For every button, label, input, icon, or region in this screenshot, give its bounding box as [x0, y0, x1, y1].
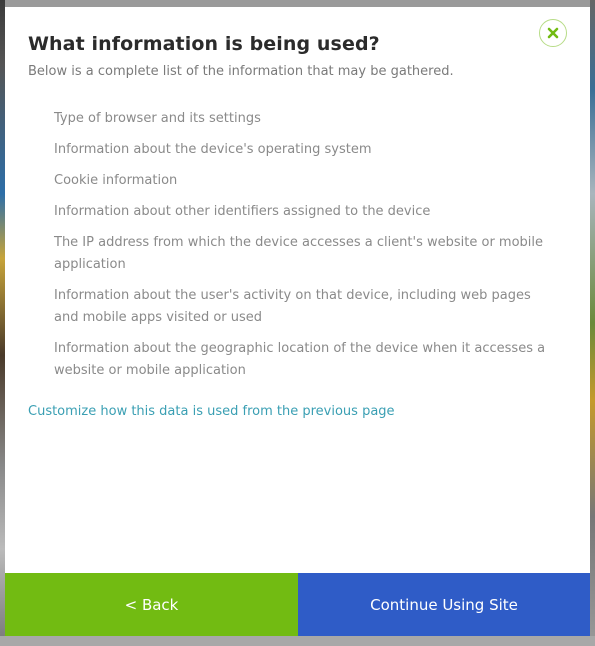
list-item: Information about the geographic locatio… [54, 341, 546, 378]
modal-title: What information is being used? [28, 33, 380, 55]
list-item: Type of browser and its settings [54, 111, 261, 126]
info-list: Type of browser and its settings Informa… [54, 108, 554, 391]
background-page-right-edge [590, 0, 595, 646]
continue-button[interactable]: Continue Using Site [298, 573, 590, 636]
list-item: The IP address from which the device acc… [54, 235, 544, 272]
info-modal: What information is being used? Below is… [5, 7, 590, 636]
modal-footer: < Back Continue Using Site [5, 573, 590, 636]
close-button[interactable] [539, 19, 567, 47]
list-item: Information about the device's operating… [54, 142, 372, 157]
close-icon [547, 27, 559, 39]
list-item: Information about other identifiers assi… [54, 204, 431, 219]
modal-subtitle: Below is a complete list of the informat… [28, 64, 454, 79]
customize-link[interactable]: Customize how this data is used from the… [28, 404, 395, 419]
list-item: Information about the user's activity on… [54, 288, 531, 325]
background-page-bottom-edge [0, 636, 595, 646]
list-item: Cookie information [54, 173, 178, 188]
back-button[interactable]: < Back [5, 573, 298, 636]
